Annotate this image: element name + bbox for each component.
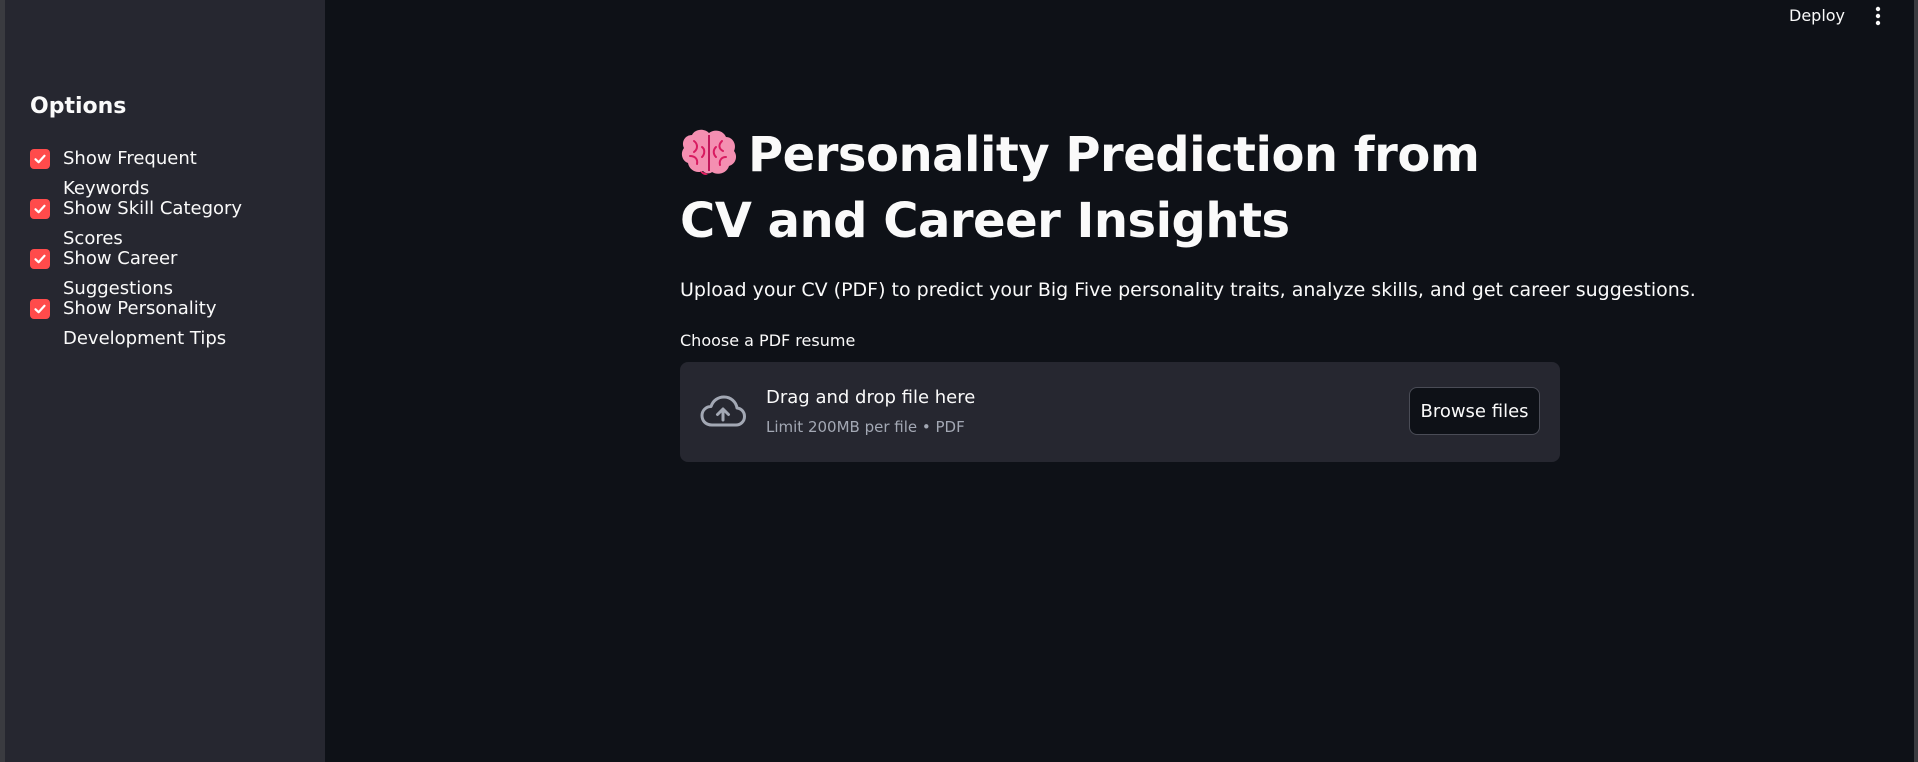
uploader-label: Choose a PDF resume	[680, 331, 856, 350]
file-dropzone[interactable]: Drag and drop file here Limit 200MB per …	[680, 362, 1560, 462]
cloud-upload-icon	[700, 395, 746, 427]
option-show-personality-development-tips[interactable]: Show Personality Development Tips	[30, 297, 288, 354]
window-right-border	[1914, 0, 1918, 762]
dropzone-file-limit: Limit 200MB per file • PDF	[766, 418, 965, 436]
checkbox-checked-icon[interactable]	[30, 299, 50, 319]
checkbox-checked-icon[interactable]	[30, 149, 50, 169]
brain-icon	[681, 129, 737, 175]
checkbox-checked-icon[interactable]	[30, 199, 50, 219]
sidebar-title: Options	[30, 94, 127, 119]
page-subtitle: Upload your CV (PDF) to predict your Big…	[680, 279, 1696, 301]
sidebar: Options Show Frequent Keywords Show Skil…	[5, 0, 325, 762]
browse-files-button[interactable]: Browse files	[1409, 387, 1540, 435]
dropzone-instructions: Drag and drop file here	[766, 387, 976, 408]
kebab-menu-icon[interactable]	[1866, 4, 1890, 28]
checkbox-checked-icon[interactable]	[30, 249, 50, 269]
deploy-button[interactable]: Deploy	[1781, 4, 1853, 28]
option-label: Show Personality Development Tips	[63, 298, 227, 349]
page-title: Personality Prediction from CV and Caree…	[680, 122, 1560, 254]
page-title-text: Personality Prediction from CV and Caree…	[680, 127, 1480, 249]
app-window: Options Show Frequent Keywords Show Skil…	[0, 0, 1918, 762]
